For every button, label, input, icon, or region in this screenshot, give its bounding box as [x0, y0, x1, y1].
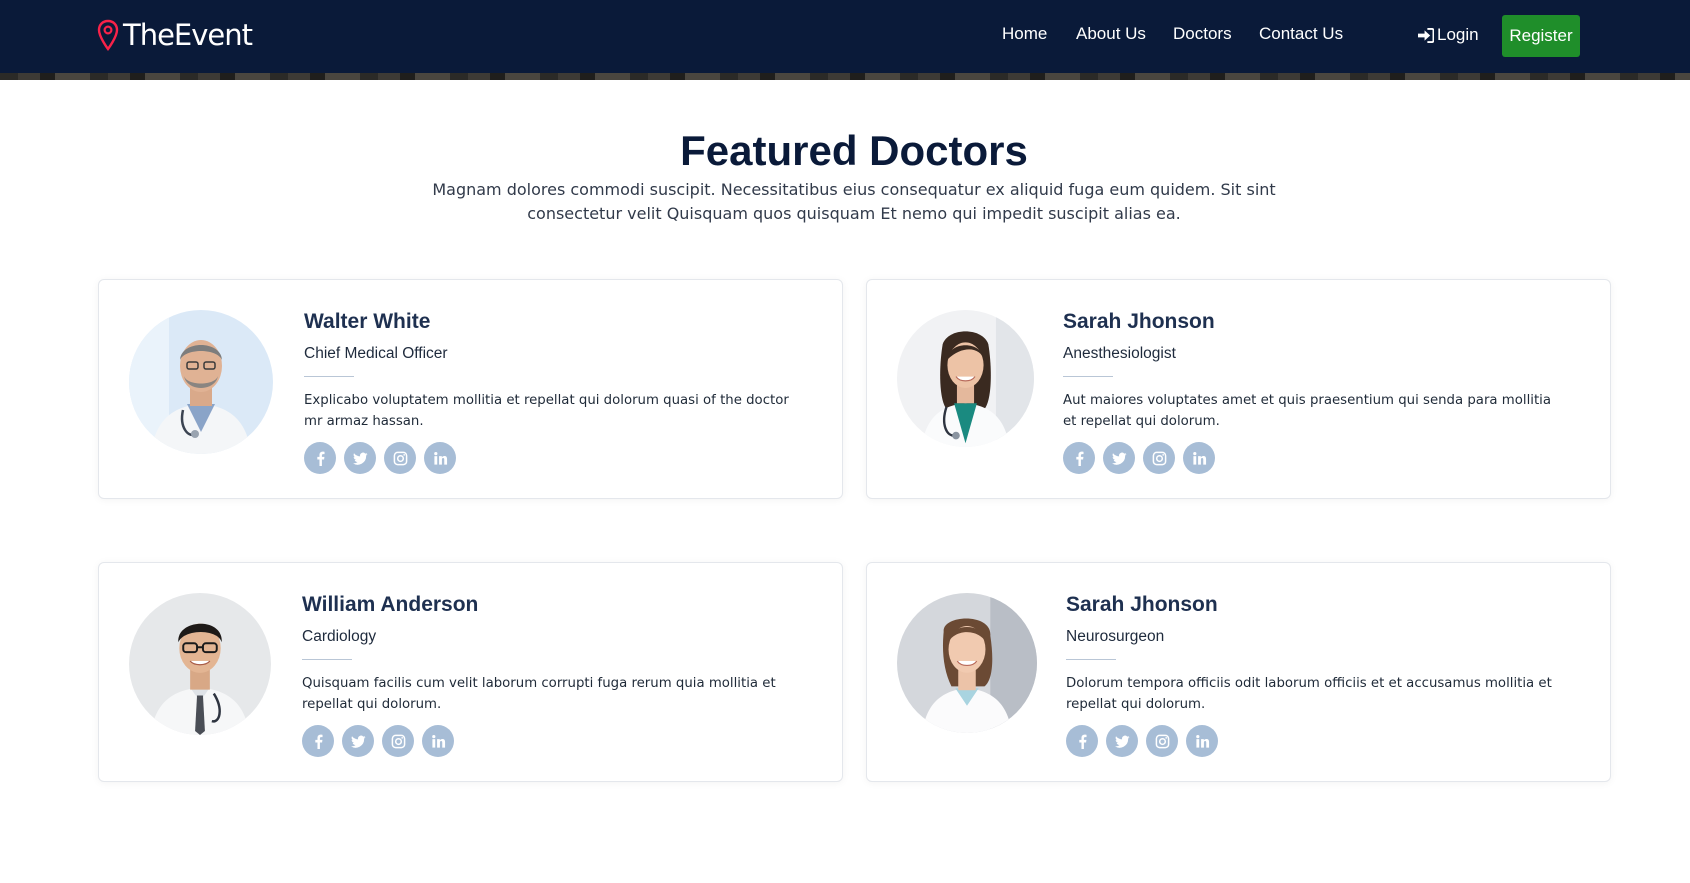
facebook-icon[interactable]	[302, 725, 334, 757]
doctor-name: Walter White	[304, 310, 431, 333]
doctor-name: Sarah Jhonson	[1066, 593, 1218, 616]
map-pin-icon	[97, 19, 119, 51]
instagram-icon[interactable]	[1143, 442, 1175, 474]
nav-home[interactable]: Home	[1002, 24, 1047, 44]
facebook-icon[interactable]	[1066, 725, 1098, 757]
section-subtitle: Magnam dolores commodi suscipit. Necessi…	[432, 180, 1276, 223]
linkedin-icon[interactable]	[424, 442, 456, 474]
register-button[interactable]: Register	[1502, 15, 1580, 57]
twitter-icon[interactable]	[1106, 725, 1138, 757]
doctor-role: Chief Medical Officer	[304, 345, 448, 362]
nav-contact-us[interactable]: Contact Us	[1259, 24, 1343, 44]
facebook-icon[interactable]	[304, 442, 336, 474]
sign-in-icon	[1418, 27, 1434, 43]
doctor-description: Explicabo voluptatem mollitia et repella…	[304, 393, 789, 429]
login-label: Login	[1437, 25, 1479, 44]
section-title: Featured Doctors	[680, 127, 1028, 174]
instagram-icon[interactable]	[1146, 725, 1178, 757]
hero-image-edge	[0, 73, 1690, 80]
doctor-description: Dolorum tempora officiis odit laborum of…	[1066, 676, 1552, 712]
linkedin-icon[interactable]	[1183, 442, 1215, 474]
divider	[1063, 376, 1113, 377]
doctor-card: Sarah Jhonson Anesthesiologist Aut maior…	[866, 279, 1611, 499]
social-links	[304, 442, 804, 474]
login-link[interactable]: Login	[1417, 25, 1479, 45]
doctor-info: William Anderson Cardiology Quisquam fac…	[302, 593, 802, 757]
divider	[1066, 659, 1116, 660]
facebook-icon[interactable]	[1063, 442, 1095, 474]
doctor-card: Sarah Jhonson Neurosurgeon Dolorum tempo…	[866, 562, 1611, 782]
social-links	[1066, 725, 1566, 757]
brand-logo[interactable]: TheEvent	[97, 18, 253, 52]
doctor-description: Quisquam facilis cum velit laborum corru…	[302, 676, 776, 712]
social-links	[1063, 442, 1563, 474]
doctor-description: Aut maiores voluptates amet et quis prae…	[1063, 393, 1552, 429]
doctor-role: Anesthesiologist	[1063, 345, 1176, 362]
instagram-icon[interactable]	[384, 442, 416, 474]
nav-doctors[interactable]: Doctors	[1173, 24, 1232, 44]
divider	[304, 376, 354, 377]
twitter-icon[interactable]	[1103, 442, 1135, 474]
doctor-name: William Anderson	[302, 593, 479, 616]
doctor-name: Sarah Jhonson	[1063, 310, 1215, 333]
doctor-photo	[897, 310, 1034, 447]
top-navbar: TheEvent Home About Us Doctors Contact U…	[0, 0, 1690, 73]
linkedin-icon[interactable]	[1186, 725, 1218, 757]
twitter-icon[interactable]	[342, 725, 374, 757]
doctor-photo	[897, 593, 1037, 733]
twitter-icon[interactable]	[344, 442, 376, 474]
doctor-photo	[129, 310, 273, 454]
doctor-info: Sarah Jhonson Anesthesiologist Aut maior…	[1063, 310, 1563, 474]
social-links	[302, 725, 802, 757]
divider	[302, 659, 352, 660]
doctor-info: Walter White Chief Medical Officer Expli…	[304, 310, 804, 474]
doctor-role: Cardiology	[302, 628, 377, 645]
doctor-role: Neurosurgeon	[1066, 628, 1165, 645]
doctor-card: Walter White Chief Medical Officer Expli…	[98, 279, 843, 499]
doctor-info: Sarah Jhonson Neurosurgeon Dolorum tempo…	[1066, 593, 1566, 757]
brand-name: TheEvent	[123, 18, 253, 52]
doctor-photo	[129, 593, 271, 735]
doctor-card: William Anderson Cardiology Quisquam fac…	[98, 562, 843, 782]
nav-about-us[interactable]: About Us	[1076, 24, 1146, 44]
instagram-icon[interactable]	[382, 725, 414, 757]
linkedin-icon[interactable]	[422, 725, 454, 757]
